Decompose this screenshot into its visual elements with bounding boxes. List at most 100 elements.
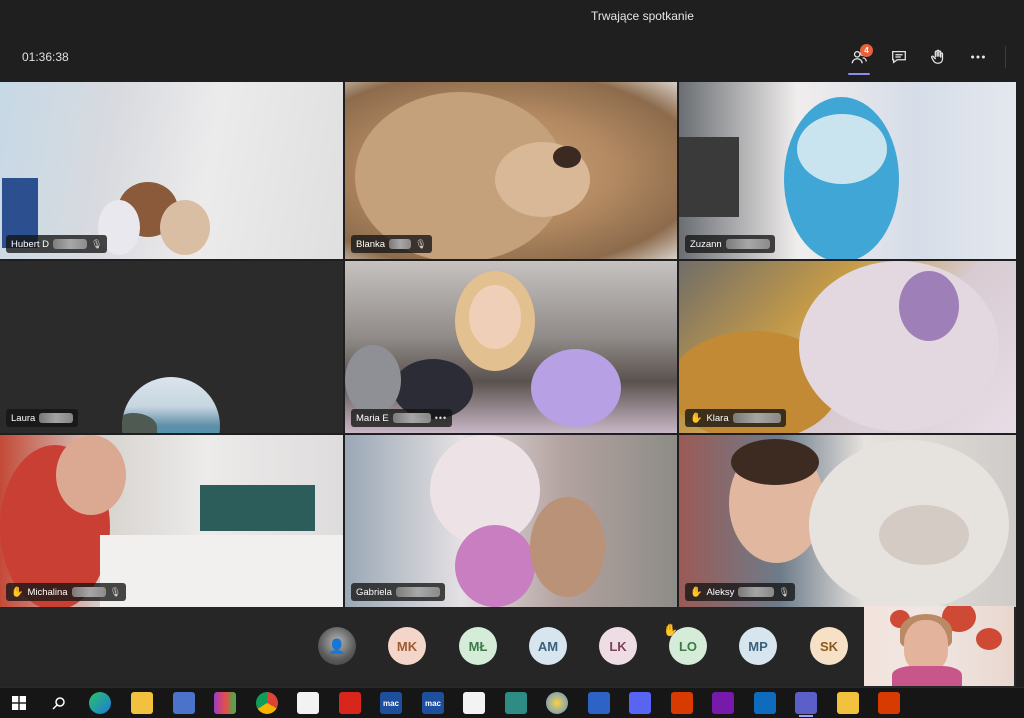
paint-icon[interactable] (546, 692, 568, 714)
discord-icon[interactable] (629, 692, 651, 714)
name-blur (389, 239, 412, 249)
person-hair-shape (731, 439, 819, 485)
start-button[interactable] (8, 692, 30, 714)
participant-name-tag: ✋ Klara (685, 409, 786, 427)
raised-hand-icon: ✋ (690, 586, 703, 598)
header-divider (1005, 46, 1006, 68)
word-icon[interactable] (588, 692, 610, 714)
name-blur (732, 413, 781, 423)
roster-avatar-photo[interactable]: 👤 (318, 627, 356, 665)
file-explorer-icon[interactable] (131, 692, 153, 714)
teams-icon[interactable] (795, 692, 817, 717)
office-icon[interactable] (671, 692, 693, 714)
printer-shape (679, 137, 739, 217)
participant-name: Zuzann (690, 238, 722, 250)
file-explorer-icon[interactable] (837, 692, 859, 714)
onenote-icon[interactable] (712, 692, 734, 714)
raise-hand-button[interactable] (924, 43, 952, 71)
avatar-photo-shape (122, 413, 157, 433)
toy-shape (345, 345, 401, 415)
more-icon[interactable]: ••• (435, 413, 447, 423)
video-tile-blanka[interactable]: Blanka 🎙 (345, 82, 677, 259)
participant-name: Aleksy (706, 586, 735, 598)
participant-name: Gabriela (356, 586, 392, 598)
roster-avatar[interactable]: MŁ (459, 627, 497, 665)
roster-avatar[interactable]: LK (599, 627, 637, 665)
participant-name-tag: Zuzann (685, 235, 775, 253)
participant-name-tag: ✋ Michalina 🎙 (6, 583, 127, 601)
mic-off-icon: 🎙 (778, 586, 790, 597)
self-video-preview[interactable] (864, 606, 1014, 686)
raised-hand-icon: ✋ (690, 412, 703, 424)
toy-shape (531, 349, 621, 427)
windows-icon (12, 696, 26, 710)
acrobat-icon[interactable] (339, 692, 361, 714)
video-tile-maria[interactable]: Maria E ••• (345, 261, 677, 433)
name-blur (392, 413, 431, 423)
name-blur (395, 587, 440, 597)
video-tile-laura[interactable]: Laura (0, 261, 343, 433)
person-face-shape (469, 285, 521, 349)
toy-shape (455, 525, 535, 607)
participant-name-tag: Laura (6, 409, 79, 427)
show-chat-button[interactable] (885, 43, 913, 71)
office-icon[interactable] (878, 692, 900, 714)
show-participants-button[interactable]: 4 (845, 43, 873, 75)
more-actions-button[interactable] (964, 43, 992, 71)
video-grid: Hubert D 🎙 Blanka 🎙 Zuzann Laura Maria E… (0, 82, 1016, 607)
mac-app-icon[interactable]: mac (380, 692, 402, 714)
toy-face-shape (797, 114, 887, 184)
bear-nose-shape (553, 146, 581, 168)
video-tile-zuzanna[interactable]: Zuzann (679, 82, 1016, 259)
video-tile-michalina[interactable]: ✋ Michalina 🎙 (0, 435, 343, 607)
chrome-icon[interactable] (256, 692, 278, 714)
person-face-shape (904, 620, 948, 672)
mic-off-icon: 🎙 (415, 238, 427, 249)
wallpaper-flower-shape (976, 628, 1002, 650)
participant-name: Laura (11, 412, 36, 424)
participant-name: Hubert D (11, 238, 50, 250)
app-icon[interactable] (463, 692, 485, 714)
chat-icon (892, 50, 906, 64)
hand-icon (931, 49, 944, 64)
window-title: Trwające spotkanie (591, 9, 694, 23)
window-titlebar: Trwające spotkanie (0, 0, 1024, 32)
roster-avatar[interactable]: AM (529, 627, 567, 665)
toy-snout-shape (879, 505, 969, 565)
video-tile-gabriela[interactable]: Gabriela (345, 435, 677, 607)
name-blur (53, 239, 88, 249)
toy-shape (160, 200, 210, 255)
outlook-icon[interactable] (754, 692, 776, 714)
participant-name-tag: Gabriela (351, 583, 445, 601)
roster-avatar[interactable]: MK (388, 627, 426, 665)
dresser-shape (100, 535, 343, 607)
calculator-icon[interactable] (173, 692, 195, 714)
person-icon: 👤 (328, 637, 346, 654)
participant-name-tag: Blanka 🎙 (351, 235, 432, 253)
edge-icon[interactable] (89, 692, 111, 714)
mac-app-icon[interactable]: mac (422, 692, 444, 714)
video-tile-klara[interactable]: ✋ Klara (679, 261, 1016, 433)
person-shape (530, 497, 605, 597)
mic-off-icon: 🎙 (109, 586, 122, 597)
name-blur (71, 587, 106, 597)
roster-avatar[interactable]: SK (810, 627, 848, 665)
participant-name: Blanka (356, 238, 386, 250)
app-icon[interactable] (505, 692, 527, 714)
winrar-icon[interactable] (214, 692, 236, 714)
participant-avatar-photo (122, 377, 220, 433)
video-tile-hubert[interactable]: Hubert D 🎙 (0, 82, 343, 259)
meeting-timer: 01:36:38 (22, 50, 69, 64)
participant-name: Michalina (27, 586, 68, 598)
video-tile-aleksy[interactable]: ✋ Aleksy 🎙 (679, 435, 1016, 607)
toy-shape (899, 271, 959, 341)
raised-hand-icon: ✋ (663, 623, 678, 637)
toy-shape (799, 261, 999, 431)
participants-badge: 4 (860, 44, 873, 57)
search-button[interactable] (48, 692, 70, 714)
participant-name: Klara (706, 412, 729, 424)
mic-off-icon: 🎙 (91, 238, 103, 249)
roster-avatar[interactable]: MP (739, 627, 777, 665)
meeting-header: 01:36:38 4 (0, 32, 1024, 82)
notepad-icon[interactable] (297, 692, 319, 714)
